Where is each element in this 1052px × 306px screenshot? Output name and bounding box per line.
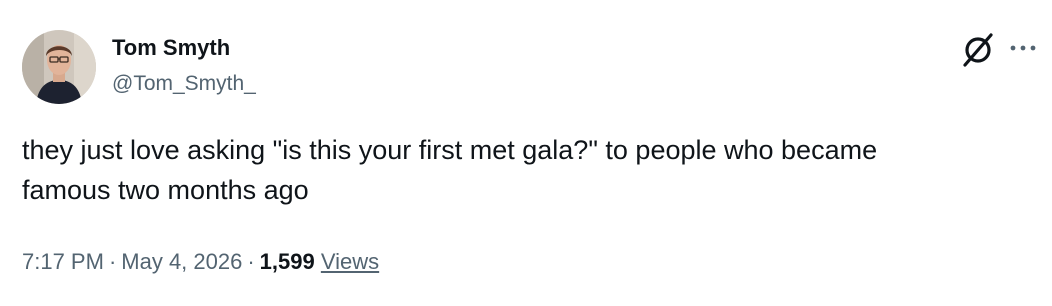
grok-icon[interactable] bbox=[960, 32, 996, 68]
views-link[interactable]: Views bbox=[321, 249, 379, 274]
author-display-name[interactable]: Tom Smyth bbox=[112, 34, 230, 62]
views-count: 1,599 bbox=[259, 249, 315, 274]
avatar-image bbox=[22, 30, 96, 104]
tweet-card: Tom Smyth @Tom_Smyth_ they just love ask… bbox=[0, 0, 1052, 306]
tweet-text: they just love asking "is this your firs… bbox=[22, 135, 878, 205]
more-options-icon[interactable] bbox=[1008, 38, 1038, 58]
meta-separator: · bbox=[108, 249, 117, 274]
tweet-time[interactable]: 7:17 PM bbox=[22, 249, 104, 274]
tweet-date[interactable]: May 4, 2026 bbox=[121, 249, 242, 274]
author-handle[interactable]: @Tom_Smyth_ bbox=[112, 70, 256, 98]
avatar[interactable] bbox=[22, 30, 96, 104]
tweet-meta: 7:17 PM · May 4, 2026 · 1,599 Views bbox=[22, 247, 379, 277]
meta-separator: · bbox=[247, 249, 255, 274]
